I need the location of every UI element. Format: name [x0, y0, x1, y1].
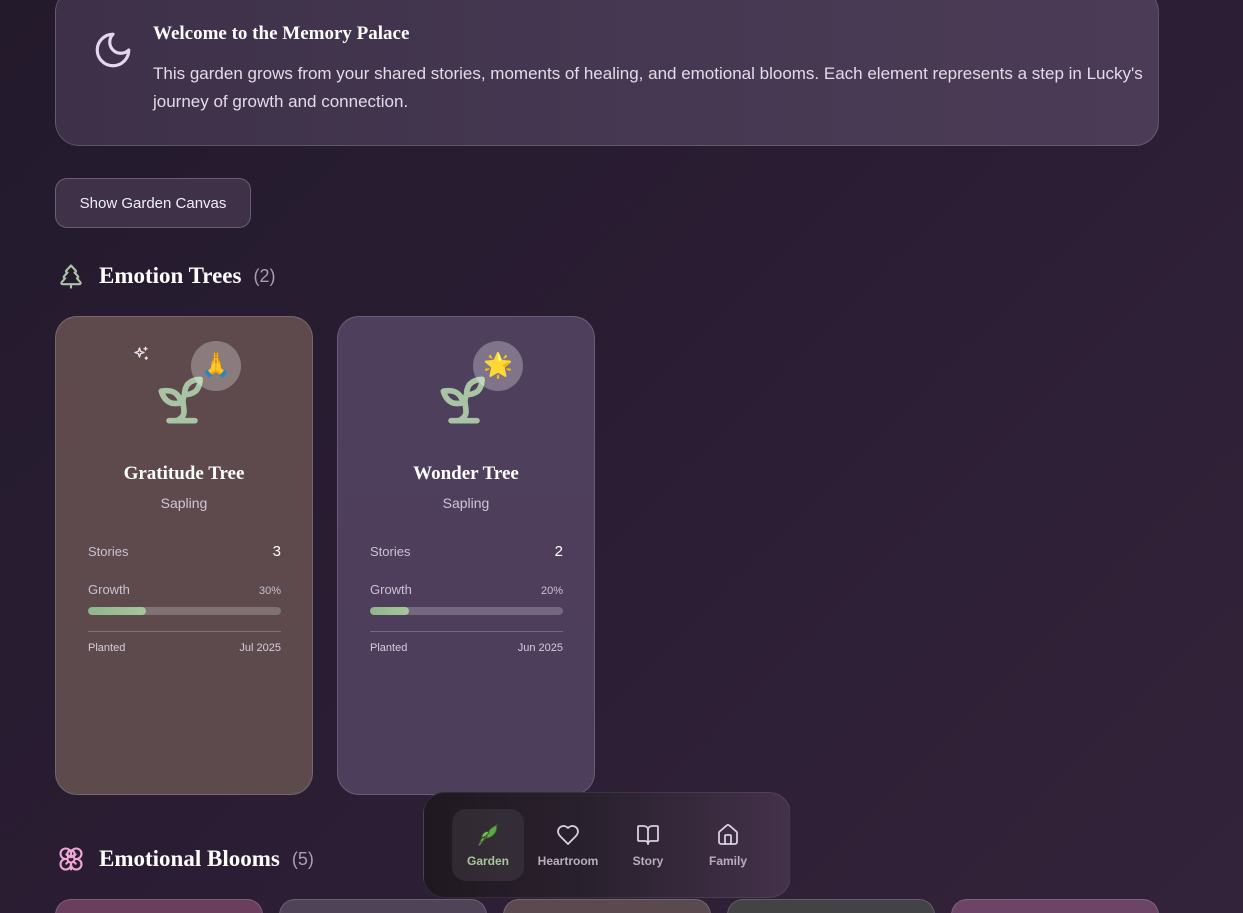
growth-progress-fill	[370, 607, 409, 615]
growth-progress-fill	[88, 607, 146, 615]
stories-row: Stories 2	[370, 543, 563, 560]
growth-progress-bar	[370, 607, 563, 615]
growth-percent: 30%	[258, 585, 281, 597]
growth-percent: 20%	[540, 585, 563, 597]
nav-label: Garden	[466, 854, 509, 868]
nav-item-family[interactable]: Family	[692, 809, 764, 881]
growth-row: Growth 20%	[370, 582, 563, 597]
planted-date: Jun 2025	[517, 642, 563, 654]
tree-emoji-badge: 🙏	[191, 341, 241, 391]
tree-emoji-badge: 🌟	[473, 341, 523, 391]
welcome-card: Welcome to the Memory Palace This garden…	[55, 0, 1159, 146]
book-icon	[635, 822, 661, 848]
home-icon	[715, 822, 741, 848]
bloom-card[interactable]	[55, 899, 263, 913]
tree-card-wonder[interactable]: 🌟 Wonder Tree Sapling Stories 2 Growth 2…	[337, 316, 595, 795]
tree-stage: Sapling	[442, 495, 490, 511]
leaf-icon	[475, 822, 501, 848]
growth-progress-bar	[88, 607, 281, 615]
heart-icon	[555, 822, 581, 848]
nav-label: Heartroom	[537, 854, 599, 868]
tree-icon	[60, 264, 82, 289]
show-garden-canvas-button[interactable]: Show Garden Canvas	[55, 178, 251, 228]
tree-card-gratitude[interactable]: 🙏 Gratitude Tree Sapling Stories 3 Growt…	[55, 316, 313, 795]
stories-count: 2	[554, 543, 563, 560]
emotion-trees-count: (2)	[253, 265, 276, 286]
stories-count: 3	[272, 543, 281, 560]
divider	[370, 631, 563, 632]
bloom-card[interactable]	[727, 899, 935, 913]
nav-item-garden[interactable]: Garden	[452, 809, 524, 881]
planted-label: Planted	[88, 642, 126, 654]
welcome-title: Welcome to the Memory Palace	[153, 23, 410, 44]
bloom-card[interactable]	[279, 899, 487, 913]
planted-row: Planted Jul 2025	[88, 642, 281, 654]
nav-item-story[interactable]: Story	[612, 809, 684, 881]
tree-stage: Sapling	[160, 495, 208, 511]
growth-label: Growth	[88, 582, 130, 597]
tree-name: Gratitude Tree	[123, 463, 245, 484]
bloom-card[interactable]	[951, 899, 1159, 913]
praying-hands-icon: 🙏	[201, 352, 231, 379]
nav-item-heartroom[interactable]: Heartroom	[532, 809, 604, 881]
nav-label: Family	[708, 854, 747, 868]
stories-row: Stories 3	[88, 543, 281, 560]
stories-label: Stories	[88, 544, 129, 559]
growth-label: Growth	[370, 582, 412, 597]
emotion-trees-heading: Emotion Trees (2)	[57, 262, 275, 290]
bloom-card[interactable]	[503, 899, 711, 913]
emotional-blooms-heading: Emotional Blooms (5)	[57, 845, 314, 873]
glowing-star-icon: 🌟	[483, 352, 513, 379]
emotion-trees-title: Emotion Trees	[99, 263, 242, 288]
stories-label: Stories	[370, 544, 411, 559]
divider	[88, 631, 281, 632]
nav-label: Story	[632, 854, 664, 868]
welcome-text: This garden grows from your shared stori…	[153, 64, 1143, 111]
growth-row: Growth 30%	[88, 582, 281, 597]
moon-icon	[95, 32, 131, 68]
flower-icon	[59, 847, 83, 871]
sparkle-icon	[134, 346, 149, 360]
emotional-blooms-title: Emotional Blooms	[99, 846, 280, 871]
planted-date: Jul 2025	[239, 642, 281, 654]
bottom-nav: Garden Heartroom Story Family	[423, 792, 791, 898]
planted-row: Planted Jun 2025	[370, 642, 563, 654]
emotional-blooms-count: (5)	[291, 848, 314, 869]
planted-label: Planted	[370, 642, 408, 654]
tree-name: Wonder Tree	[413, 463, 519, 484]
